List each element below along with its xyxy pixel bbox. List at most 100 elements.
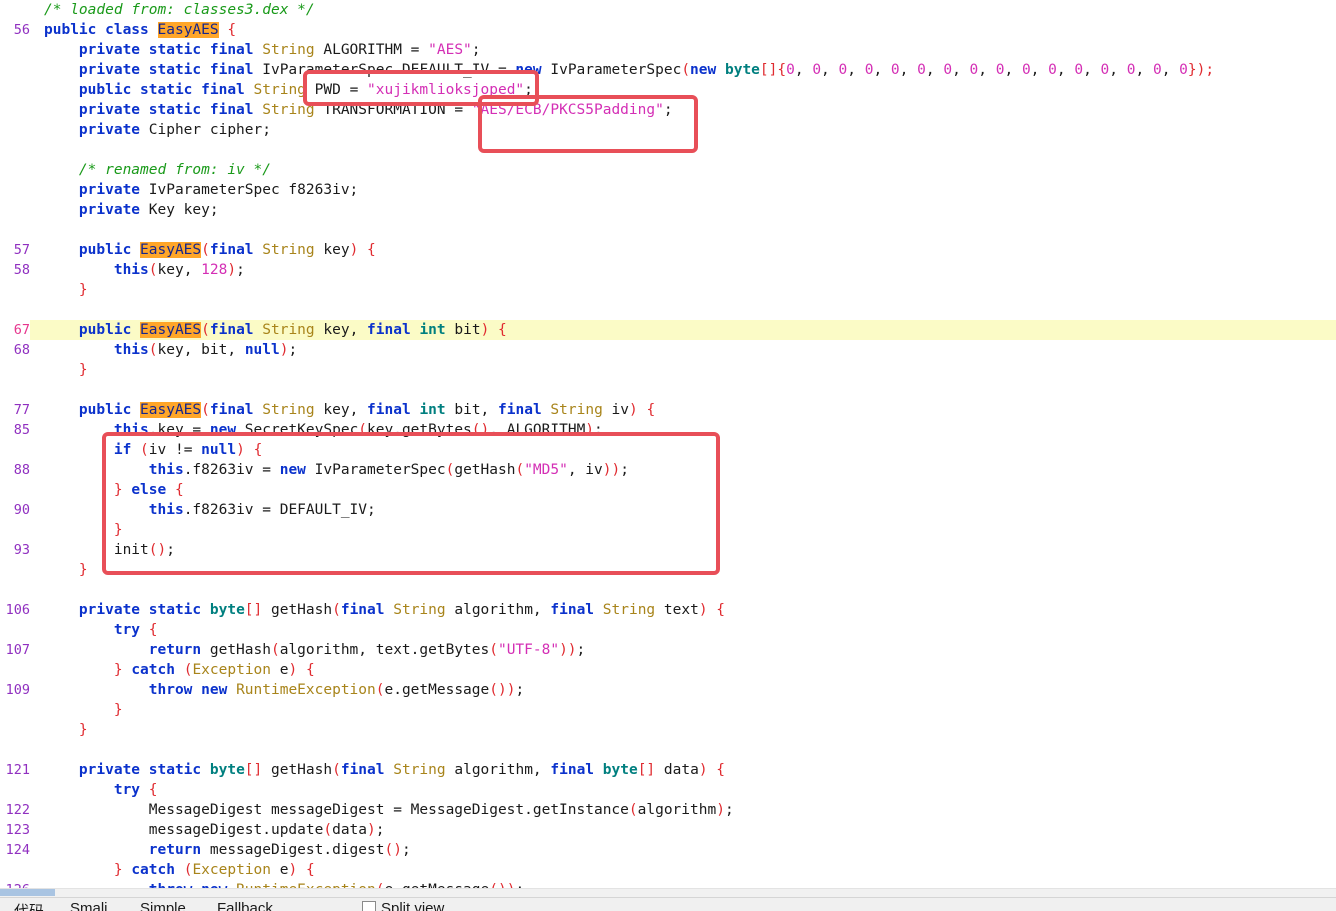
- code-line[interactable]: }: [0, 360, 1336, 380]
- code-token: 0: [1021, 62, 1031, 78]
- code-token: {: [227, 22, 237, 38]
- code-line[interactable]: [0, 140, 1336, 160]
- code-line[interactable]: } else {: [0, 480, 1336, 500]
- line-number: 58: [13, 262, 30, 278]
- code-line[interactable]: private Key key;: [0, 200, 1336, 220]
- code-line[interactable]: 77 public EasyAES(final String key, fina…: [0, 400, 1336, 420]
- tab-simple[interactable]: Simple: [140, 900, 186, 911]
- code-line[interactable]: [0, 380, 1336, 400]
- code-token: null: [244, 342, 280, 358]
- split-view-label: Split view: [381, 900, 445, 911]
- code-line[interactable]: public static final String PWD = "xujikm…: [0, 80, 1336, 100]
- tab-fallback[interactable]: Fallback: [217, 900, 273, 911]
- code-line[interactable]: try {: [0, 780, 1336, 800]
- code-token: ;: [515, 682, 525, 698]
- horizontal-scrollbar[interactable]: [0, 888, 1336, 897]
- code-token: MessageDigest messageDigest = MessageDig…: [44, 802, 629, 818]
- code-line[interactable]: } catch (Exception e) {: [0, 860, 1336, 880]
- code-line[interactable]: try {: [0, 620, 1336, 640]
- code-token: String: [393, 762, 446, 778]
- code-line-text: throw new RuntimeException(e.getMessage(…: [30, 680, 1336, 700]
- code-token: []: [637, 762, 656, 778]
- code-token: String: [253, 82, 306, 98]
- code-token: Exception: [192, 662, 272, 678]
- code-line[interactable]: private static final String TRANSFORMATI…: [0, 100, 1336, 120]
- code-line[interactable]: [0, 740, 1336, 760]
- code-line[interactable]: 107 return getHash(algorithm, text.getBy…: [0, 640, 1336, 660]
- code-line[interactable]: } catch (Exception e) {: [0, 660, 1336, 680]
- line-number: 106: [5, 602, 30, 618]
- code-line-text: private static final IvParameterSpec DEF…: [30, 60, 1336, 80]
- tab-smali[interactable]: Smali: [70, 900, 108, 911]
- line-number: [0, 280, 30, 300]
- code-line[interactable]: 126 throw new RuntimeException(e.getMess…: [0, 880, 1336, 888]
- code-token: ;: [724, 802, 734, 818]
- code-line[interactable]: /* renamed from: iv */: [0, 160, 1336, 180]
- horizontal-scrollbar-thumb[interactable]: [0, 889, 55, 896]
- code-line-text: } catch (Exception e) {: [30, 660, 1336, 680]
- code-token: .f8263iv = DEFAULT_IV;: [183, 502, 376, 518]
- code-line[interactable]: 93 init();: [0, 540, 1336, 560]
- code-token: algorithm,: [445, 762, 551, 778]
- code-line[interactable]: private static final String ALGORITHM = …: [0, 40, 1336, 60]
- code-line[interactable]: if (iv != null) {: [0, 440, 1336, 460]
- code-token: public: [44, 402, 141, 418]
- code-line[interactable]: 122 MessageDigest messageDigest = Messag…: [0, 800, 1336, 820]
- code-line[interactable]: }: [0, 280, 1336, 300]
- code-line[interactable]: }: [0, 700, 1336, 720]
- code-line[interactable]: 85 this.key = new SecretKeySpec(key.getB…: [0, 420, 1336, 440]
- code-line[interactable]: 106 private static byte[] getHash(final …: [0, 600, 1336, 620]
- code-line[interactable]: }: [0, 560, 1336, 580]
- line-number: [0, 660, 30, 680]
- code-line[interactable]: [0, 220, 1336, 240]
- code-line-text: public EasyAES(final String key) {: [30, 240, 1336, 260]
- code-line[interactable]: 121 private static byte[] getHash(final …: [0, 760, 1336, 780]
- code-line[interactable]: 68 this(key, bit, null);: [0, 340, 1336, 360]
- line-number: [0, 520, 30, 540]
- code-line-current[interactable]: 67 public EasyAES(final String key, fina…: [0, 320, 1336, 340]
- tab-code[interactable]: 代码: [14, 900, 44, 911]
- code-line[interactable]: 123 messageDigest.update(data);: [0, 820, 1336, 840]
- code-line-text: MessageDigest messageDigest = MessageDig…: [30, 800, 1336, 820]
- code-line[interactable]: 124 return messageDigest.digest();: [0, 840, 1336, 860]
- line-number: 90: [13, 502, 30, 518]
- code-line[interactable]: 56 public class EasyAES {: [0, 20, 1336, 40]
- code-token: "xujikmlioksjoped": [367, 82, 525, 98]
- code-line[interactable]: 109 throw new RuntimeException(e.getMess…: [0, 680, 1336, 700]
- code-token: ;: [663, 102, 673, 118]
- code-line[interactable]: 58 this(key, 128);: [0, 260, 1336, 280]
- code-token: ,: [794, 62, 813, 78]
- code-line[interactable]: private IvParameterSpec f8263iv;: [0, 180, 1336, 200]
- code-line[interactable]: [0, 300, 1336, 320]
- code-token: bit: [445, 322, 481, 338]
- code-token: catch: [131, 662, 175, 678]
- code-token: this: [44, 462, 184, 478]
- code-token: IvParameterSpec: [541, 62, 682, 78]
- code-token: ;: [620, 462, 629, 478]
- code-token: /* loaded from: classes3.dex */: [44, 2, 315, 18]
- code-line[interactable]: }: [0, 520, 1336, 540]
- code-token: try: [44, 782, 141, 798]
- code-line[interactable]: 57 public EasyAES(final String key) {: [0, 240, 1336, 260]
- code-line[interactable]: /* loaded from: classes3.dex */: [0, 0, 1336, 20]
- code-line[interactable]: }: [0, 720, 1336, 740]
- code-line[interactable]: 88 this.f8263iv = new IvParameterSpec (ge…: [0, 460, 1336, 480]
- code-token: }: [44, 362, 88, 378]
- code-token: (: [332, 762, 341, 778]
- code-token: ,: [821, 62, 839, 78]
- code-token: IvParameterSpec f8263iv;: [140, 182, 359, 198]
- code-editor[interactable]: /* loaded from: classes3.dex */ 56 public …: [0, 0, 1336, 888]
- code-line-text: private static final String TRANSFORMATI…: [30, 100, 1336, 120]
- code-token: e.getMessage: [384, 682, 490, 698]
- line-number: 121: [5, 762, 30, 778]
- code-line[interactable]: [0, 580, 1336, 600]
- line-number: [0, 780, 30, 800]
- code-token: "MD5": [524, 462, 568, 478]
- line-number: 68: [13, 342, 30, 358]
- code-line[interactable]: private Cipher cipher;: [0, 120, 1336, 140]
- code-line[interactable]: private static final IvParameterSpec DEF…: [0, 60, 1336, 80]
- code-line[interactable]: 90 this.f8263iv = DEFAULT_IV;: [0, 500, 1336, 520]
